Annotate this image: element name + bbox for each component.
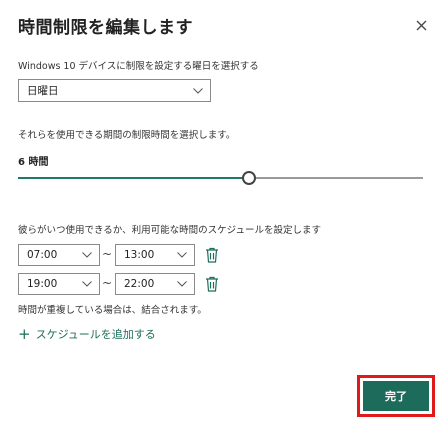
schedule-label: 彼らがいつ使用できるか、利用可能な時間のスケジュールを設定します	[18, 225, 321, 236]
schedule-row-1-start-dropdown[interactable]: 07:00	[18, 244, 100, 266]
schedule-row-1-start-value: 07:00	[27, 249, 58, 261]
dialog-title: 時間制限を編集します	[18, 18, 193, 38]
hours-value: 6 時間	[18, 157, 49, 168]
schedule-row-1-end-value: 13:00	[124, 249, 155, 261]
plus-icon: +	[18, 324, 31, 343]
day-select-label: Windows 10 デバイスに制限を設定する曜日を選択する	[18, 61, 259, 72]
schedule-row-2-end-dropdown[interactable]: 22:00	[115, 273, 195, 295]
chevron-down-icon	[193, 87, 203, 94]
limit-label: それらを使用できる期間の制限時間を選択します。	[18, 130, 236, 141]
add-schedule-label: スケジュールを追加する	[35, 328, 156, 341]
add-schedule-link[interactable]: + スケジュールを追加する	[18, 326, 156, 342]
schedule-row-1-end-dropdown[interactable]: 13:00	[115, 244, 195, 266]
delete-schedule-row-2-icon[interactable]	[205, 276, 219, 292]
delete-schedule-row-1-icon[interactable]	[205, 247, 219, 263]
schedule-row-2-separator: ~	[102, 276, 113, 290]
chevron-down-icon	[177, 281, 187, 287]
schedule-row-2-start-value: 19:00	[27, 278, 58, 290]
day-dropdown-value: 日曜日	[27, 85, 59, 97]
done-button[interactable]: 完了	[363, 381, 429, 411]
chevron-down-icon	[82, 281, 92, 287]
overlap-note: 時間が重複している場合は、結合されます。	[18, 305, 207, 316]
schedule-row-2-start-dropdown[interactable]: 19:00	[18, 273, 100, 295]
day-dropdown[interactable]: 日曜日	[18, 79, 211, 102]
done-button-label: 完了	[385, 390, 407, 403]
time-limit-slider-track[interactable]	[18, 177, 423, 179]
time-limit-slider-fill	[18, 177, 249, 179]
time-limit-slider-thumb[interactable]	[242, 171, 256, 185]
close-button[interactable]	[410, 14, 432, 36]
done-button-highlight: 完了	[357, 375, 435, 417]
close-icon	[416, 20, 426, 30]
schedule-row-2-end-value: 22:00	[124, 278, 155, 290]
schedule-row-1-separator: ~	[102, 247, 113, 261]
chevron-down-icon	[82, 252, 92, 258]
chevron-down-icon	[177, 252, 187, 258]
edit-time-limit-dialog: 時間制限を編集します Windows 10 デバイスに制限を設定する曜日を選択す…	[0, 0, 448, 429]
